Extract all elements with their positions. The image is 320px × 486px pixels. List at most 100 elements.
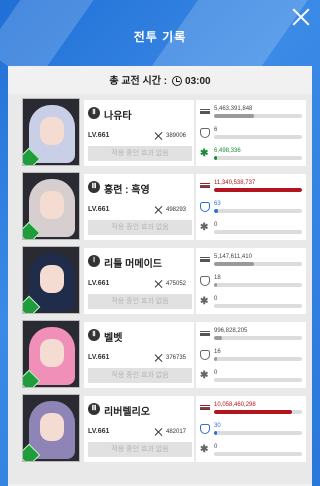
shield-icon <box>200 276 210 286</box>
stats-card: 5,463,391,848 6 ✱ 6,498,336 <box>196 100 306 166</box>
character-level: LV.661 <box>88 428 110 435</box>
effect-status: 적용 중인 효과 없음 <box>88 220 192 235</box>
damage-value: 5,147,611,410 <box>214 254 252 260</box>
taken-value: 18 <box>214 275 221 281</box>
damage-taken-stat: 18 <box>200 275 304 296</box>
character-name: 홍련 : 흑영 <box>104 185 150 196</box>
character-name: 벨벳 <box>104 333 123 344</box>
tier-badge: Ⅰ <box>88 255 100 267</box>
battle-timer: 총 교전 시간 : 03:00 <box>8 72 312 88</box>
tier-badge: Ⅱ <box>88 107 100 119</box>
heal-stat: ✱ 0 <box>200 222 304 243</box>
damage-bar <box>214 188 302 192</box>
damage-icon <box>200 257 210 262</box>
character-info-card: Ⅲ 리버렐리오 LV.661 482017 적용 중인 효과 없음 <box>84 396 194 462</box>
effect-status: 적용 중인 효과 없음 <box>88 146 192 161</box>
heal-bar <box>214 452 302 456</box>
effect-status: 적용 중인 효과 없음 <box>88 294 192 309</box>
combat-power: 475052 <box>166 281 187 287</box>
heal-stat: ✱ 0 <box>200 444 304 465</box>
character-name: 리버렐리오 <box>104 407 150 418</box>
character-info-card: Ⅱ 벨벳 LV.661 376735 적용 중인 효과 없음 <box>84 322 194 388</box>
taken-bar <box>214 209 302 213</box>
character-level: LV.661 <box>88 354 110 361</box>
damage-icon <box>200 183 210 188</box>
character-list[interactable]: Ⅱ 나유타 LV.661 389006 적용 중인 효과 없음 5,463,39… <box>8 94 312 484</box>
taken-bar <box>214 357 302 361</box>
stats-card: 996,828,205 16 ✱ 0 <box>196 322 306 388</box>
heal-icon: ✱ <box>200 296 209 307</box>
damage-icon <box>200 331 210 336</box>
stats-card: 5,147,611,410 18 ✱ 0 <box>196 248 306 314</box>
heal-icon: ✱ <box>200 148 209 159</box>
shield-icon <box>200 202 210 212</box>
tier-badge: Ⅲ <box>88 403 100 415</box>
list-item[interactable]: Ⅲ 리버렐리오 LV.661 482017 적용 중인 효과 없음 10,058… <box>18 394 306 464</box>
list-item[interactable]: Ⅱ 나유타 LV.661 389006 적용 중인 효과 없음 5,463,39… <box>18 98 306 168</box>
damage-bar-fill <box>214 188 302 192</box>
character-level: LV.661 <box>88 206 110 213</box>
timer-label: 총 교전 시간 : <box>109 76 168 87</box>
character-portrait <box>22 320 80 388</box>
heal-bar <box>214 156 302 160</box>
damage-dealt-stat: 10,058,460,298 <box>200 402 304 423</box>
taken-bar <box>214 431 302 435</box>
damage-value: 5,463,391,848 <box>214 106 253 112</box>
damage-bar <box>214 114 302 118</box>
damage-bar <box>214 262 302 266</box>
taken-value: 6 <box>214 127 218 133</box>
taken-bar <box>214 283 302 287</box>
character-name: 리틀 머메이드 <box>104 259 162 270</box>
damage-taken-stat: 30 <box>200 423 304 444</box>
shield-icon <box>200 128 210 138</box>
effect-status: 적용 중인 효과 없음 <box>88 442 192 457</box>
damage-bar <box>214 336 302 340</box>
heal-stat: ✱ 0 <box>200 370 304 391</box>
tier-badge: Ⅱ <box>88 329 100 341</box>
combat-power: 482017 <box>166 429 187 435</box>
character-info-card: Ⅱ 나유타 LV.661 389006 적용 중인 효과 없음 <box>84 100 194 166</box>
damage-dealt-stat: 5,147,611,410 <box>200 254 304 275</box>
heal-bar <box>214 230 302 234</box>
tier-badge: Ⅲ <box>88 181 100 193</box>
combat-power: 376735 <box>166 355 187 361</box>
taken-value: 16 <box>214 349 221 355</box>
damage-bar-fill <box>214 262 254 266</box>
damage-dealt-stat: 5,463,391,848 <box>200 106 304 127</box>
heal-bar <box>214 378 302 382</box>
battle-record-panel: 총 교전 시간 : 03:00 Ⅱ 나유타 LV.661 389006 적용 중인… <box>8 66 312 486</box>
shield-icon <box>200 424 210 434</box>
heal-value: 6,498,336 <box>214 148 241 154</box>
character-portrait <box>22 246 80 314</box>
damage-taken-stat: 16 <box>200 349 304 370</box>
heal-stat: ✱ 6,498,336 <box>200 148 304 169</box>
combat-power: 498293 <box>166 207 187 213</box>
damage-taken-stat: 63 <box>200 201 304 222</box>
heal-icon: ✱ <box>200 444 209 455</box>
close-icon[interactable] <box>292 8 310 26</box>
combat-power: 389006 <box>166 133 187 139</box>
damage-bar-fill <box>214 410 293 414</box>
heal-bar-fill <box>214 156 217 160</box>
heal-stat: ✱ 0 <box>200 296 304 317</box>
taken-bar-fill <box>214 283 217 287</box>
window-title: 전투 기록 <box>133 30 187 44</box>
list-item[interactable]: Ⅱ 벨벳 LV.661 376735 적용 중인 효과 없음 996,828,2… <box>18 320 306 390</box>
taken-bar-fill <box>214 209 219 213</box>
taken-bar <box>214 135 302 139</box>
heal-value: 0 <box>214 370 218 376</box>
damage-value: 11,340,538,737 <box>214 180 256 186</box>
heal-bar <box>214 304 302 308</box>
damage-icon <box>200 405 210 410</box>
damage-value: 996,828,205 <box>214 328 248 334</box>
list-item[interactable]: Ⅲ 홍련 : 흑영 LV.661 498293 적용 중인 효과 없음 11,3… <box>18 172 306 242</box>
shield-icon <box>200 350 210 360</box>
damage-bar-fill <box>214 114 254 118</box>
damage-taken-stat: 6 <box>200 127 304 148</box>
character-portrait <box>22 172 80 240</box>
crossed-swords-icon <box>154 131 164 141</box>
crossed-swords-icon <box>154 427 164 437</box>
list-item[interactable]: Ⅰ 리틀 머메이드 LV.661 475052 적용 중인 효과 없음 5,14… <box>18 246 306 316</box>
character-portrait <box>22 394 80 462</box>
heal-value: 0 <box>214 296 218 302</box>
